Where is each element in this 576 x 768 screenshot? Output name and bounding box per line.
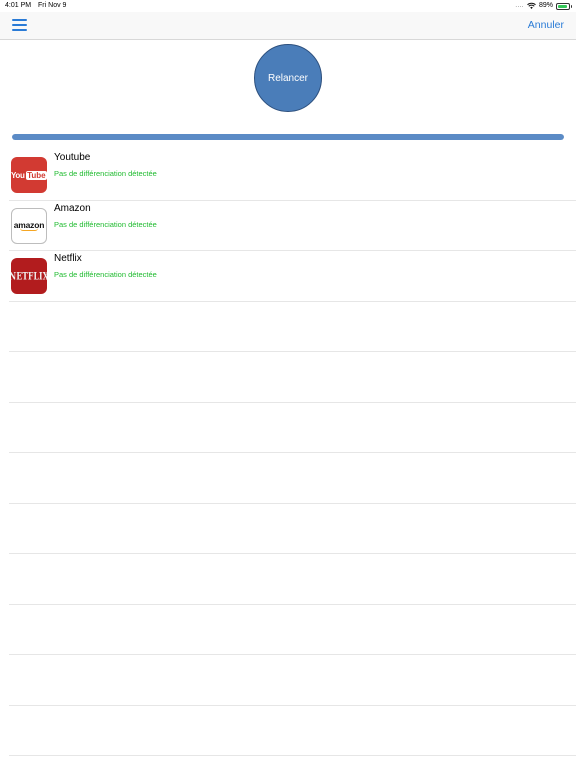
app-list: You Tube Youtube Pas de différenciation d… [0, 150, 576, 756]
empty-row [9, 302, 576, 352]
status-left: 4:01 PM Fri Nov 9 [5, 0, 71, 12]
relaunch-button[interactable]: Relancer [254, 44, 322, 112]
list-item-netflix[interactable]: NETFLIX Netflix Pas de différenciation d… [9, 251, 576, 302]
list-item-amazon[interactable]: amazon Amazon Pas de différenciation dét… [9, 201, 576, 251]
app-name: Youtube [54, 152, 91, 163]
app-status: Pas de différenciation détectée [54, 270, 157, 279]
youtube-logo-icon: You Tube [11, 157, 47, 193]
progress-fill [12, 134, 564, 140]
status-date: Fri Nov 9 [38, 2, 67, 9]
hamburger-menu-icon[interactable] [12, 18, 28, 32]
battery-fill [558, 4, 567, 8]
empty-row [9, 504, 576, 554]
status-bar: 4:01 PM Fri Nov 9 .... 89% [0, 0, 576, 12]
progress-bar [12, 134, 564, 140]
list-item-youtube[interactable]: You Tube Youtube Pas de différenciation d… [9, 150, 576, 201]
battery-percent: 89% [538, 2, 553, 9]
app-status: Pas de différenciation détectée [54, 169, 157, 178]
app-name: Netflix [54, 253, 82, 264]
empty-row [9, 605, 576, 655]
signal-icon: .... [515, 3, 524, 9]
status-right: .... 89% [515, 0, 572, 12]
empty-row [9, 403, 576, 453]
app-name: Amazon [54, 202, 91, 214]
empty-row [9, 554, 576, 605]
empty-row [9, 655, 576, 706]
navigation-bar: Annuler [0, 12, 576, 40]
app-status: Pas de différenciation détectée [54, 219, 157, 229]
battery-icon [556, 2, 572, 10]
wifi-icon [527, 2, 536, 9]
empty-row [9, 453, 576, 504]
empty-row [9, 352, 576, 403]
netflix-logo-icon: NETFLIX [11, 258, 47, 294]
status-time: 4:01 PM [5, 2, 32, 9]
empty-row [9, 706, 576, 756]
cancel-button[interactable]: Annuler [528, 19, 564, 31]
amazon-logo-icon: amazon [11, 207, 47, 244]
